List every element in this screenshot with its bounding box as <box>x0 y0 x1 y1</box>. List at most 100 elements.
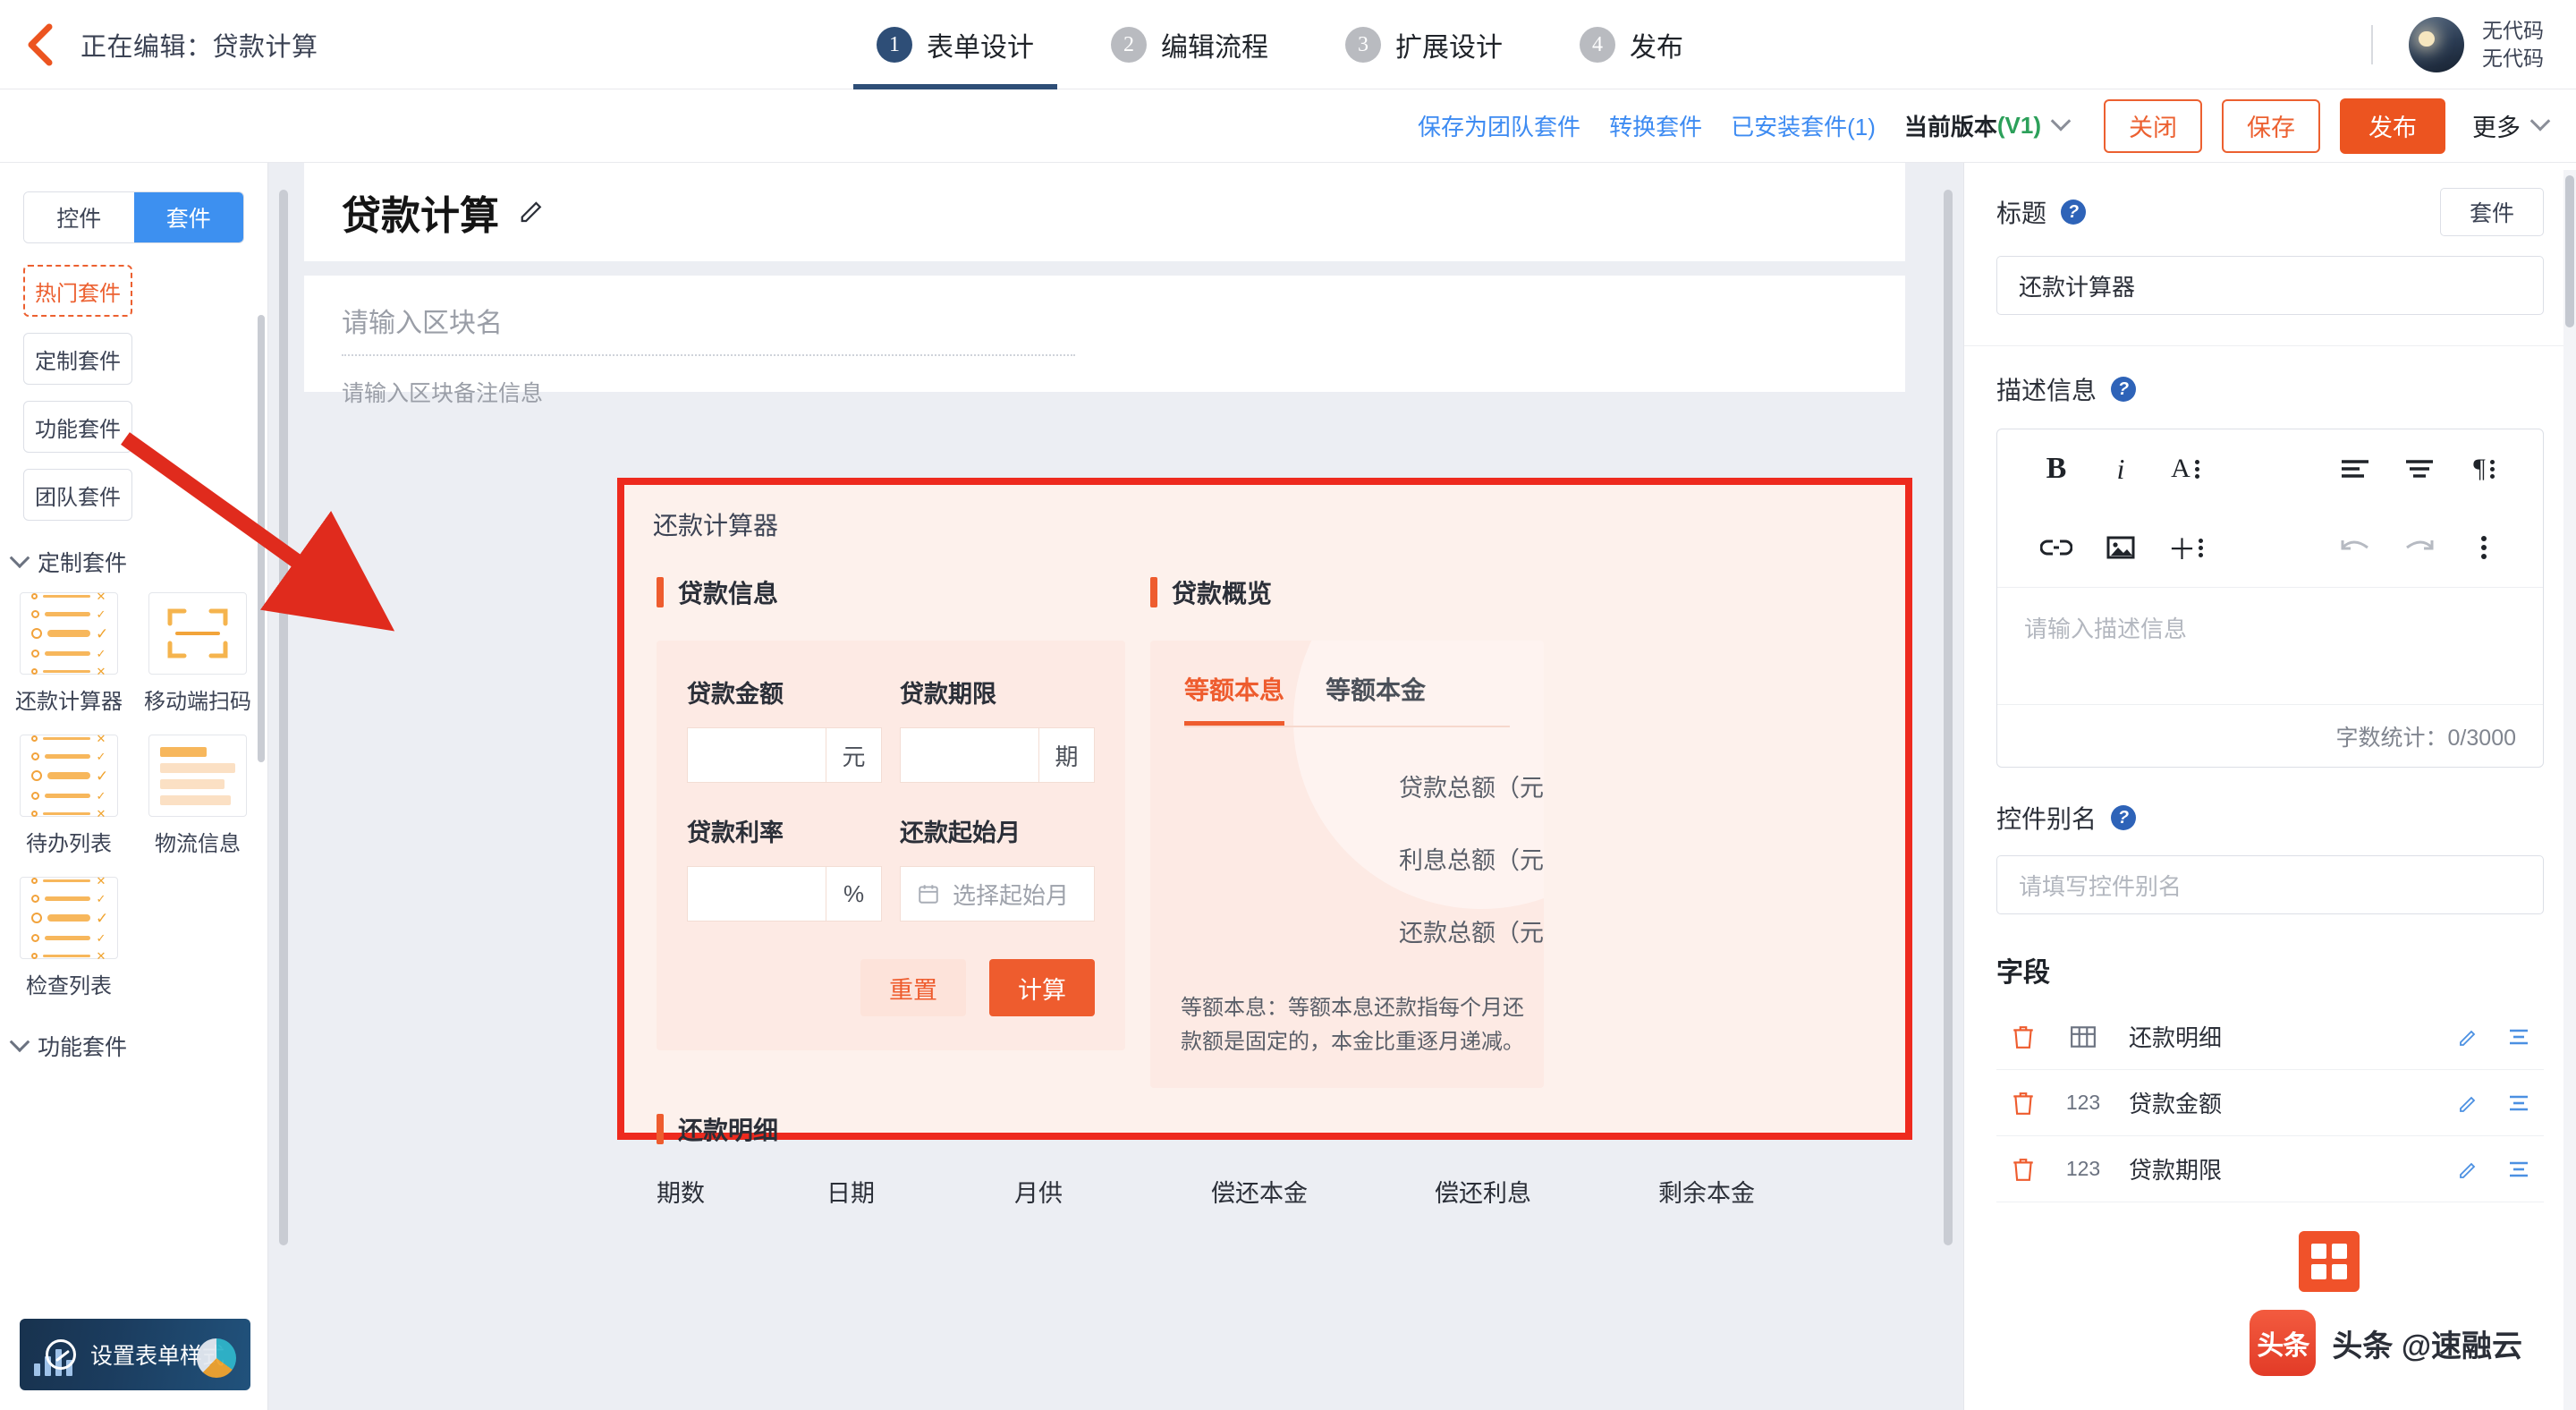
edit-icon[interactable] <box>2444 1092 2494 1114</box>
widget-title: 还款计算器 <box>653 506 1905 542</box>
kit-card-check-list[interactable]: ✕ ✓ ✓ ✓ ✕ 检查列表 <box>14 877 123 999</box>
word-count: 字数统计：0/3000 <box>1997 704 2543 767</box>
chip-hot-kits[interactable]: 热门套件 <box>23 265 132 317</box>
table-row[interactable]: 123 贷款期限 <box>1996 1136 2544 1202</box>
canvas-scrollbar-left[interactable] <box>279 190 288 1245</box>
start-month-input[interactable]: 选择起始月 <box>900 866 1095 922</box>
align-left-icon[interactable] <box>2323 444 2387 494</box>
loan-term-input[interactable]: 期 <box>900 727 1095 783</box>
kit-card-mobile-scan[interactable]: 移动端扫码 <box>143 592 252 715</box>
loan-term-text[interactable] <box>901 728 1038 782</box>
version-selector[interactable]: 当前版本(V1) <box>1904 109 2068 142</box>
step-edit-flow[interactable]: 2 编辑流程 <box>1111 0 1268 89</box>
redo-icon[interactable] <box>2387 522 2452 573</box>
more-menu[interactable]: 更多 <box>2472 108 2547 143</box>
loan-overview-panel: 等额本息 等额本金 贷款总额（元 利息总额（元 还款总额（元 等额本息：等额本息… <box>1150 641 1544 1088</box>
form-title-card: 贷款计算 <box>304 163 1905 261</box>
installed-kits-link[interactable]: 已安装套件(1) <box>1731 109 1876 142</box>
help-icon[interactable]: ? <box>2061 200 2086 225</box>
step-publish[interactable]: 4 发布 <box>1580 0 1683 89</box>
calculate-button[interactable]: 计算 <box>989 959 1095 1016</box>
table-row[interactable]: 还款明细 <box>1996 1004 2544 1070</box>
page-scrollbar-track[interactable] <box>2563 170 2576 1410</box>
save-button[interactable]: 保存 <box>2222 99 2320 153</box>
number-icon: 123 <box>2050 1091 2116 1115</box>
kit-card-logistics-info[interactable]: 物流信息 <box>143 735 252 857</box>
block-note-input[interactable]: 请输入区块备注信息 <box>342 376 1868 408</box>
insert-icon[interactable]: ＋ <box>2153 522 2217 573</box>
section-accent-bar <box>657 577 664 607</box>
image-icon[interactable] <box>2089 522 2153 573</box>
canvas-scrollbar-right[interactable] <box>1944 190 1953 1245</box>
segment-controls[interactable]: 控件 <box>24 192 134 242</box>
list-icon[interactable] <box>2494 1027 2544 1047</box>
version-label: 当前版本 <box>1904 109 1997 142</box>
block-name-input[interactable]: 请输入区块名 <box>342 301 1075 356</box>
right-properties-panel: 标题 ? 套件 还款计算器 描述信息 ? B i A <box>1963 163 2576 1410</box>
font-style-icon[interactable]: A <box>2153 444 2217 494</box>
paragraph-icon[interactable]: ¶ <box>2452 444 2516 494</box>
chip-team-kits[interactable]: 团队套件 <box>23 469 132 521</box>
repayment-calculator-widget[interactable]: 还款计算器 贷款信息 贷款金额 元 <box>617 478 1912 1140</box>
link-icon[interactable] <box>2024 522 2089 573</box>
more-vertical-icon[interactable] <box>2452 522 2516 573</box>
align-center-icon[interactable] <box>2387 444 2452 494</box>
app-root: 正在编辑：贷款计算 1 表单设计 2 编辑流程 3 扩展设计 4 发布 <box>0 0 2576 1410</box>
delete-icon[interactable] <box>1996 1091 2050 1116</box>
list-icon[interactable] <box>2494 1159 2544 1179</box>
more-label: 更多 <box>2472 108 2521 143</box>
undo-icon[interactable] <box>2323 522 2387 573</box>
step-extend-design[interactable]: 3 扩展设计 <box>1345 0 1503 89</box>
table-row[interactable]: 123 贷款金额 <box>1996 1070 2544 1136</box>
segment-kits[interactable]: 套件 <box>134 192 244 242</box>
alias-input[interactable]: 请填写控件别名 <box>1996 855 2544 914</box>
list-icon[interactable] <box>2494 1093 2544 1113</box>
delete-icon[interactable] <box>1996 1157 2050 1182</box>
loan-amount-input[interactable]: 元 <box>687 727 882 783</box>
loan-info-column: 贷款信息 贷款金额 元 贷款期限 <box>657 574 1125 1088</box>
checklist-icon: ✕ ✓ ✓ ✓ ✕ <box>20 592 118 675</box>
form-style-button[interactable]: 设置表单样式 <box>20 1319 250 1390</box>
user-line-1: 无代码 <box>2482 17 2544 45</box>
title-input[interactable]: 还款计算器 <box>1996 256 2544 315</box>
description-textarea[interactable]: 请输入描述信息 <box>1997 588 2543 704</box>
save-as-team-kit-link[interactable]: 保存为团队套件 <box>1418 109 1580 142</box>
block-card: 请输入区块名 请输入区块备注信息 <box>304 276 1905 392</box>
page-scrollbar-thumb[interactable] <box>2565 175 2574 327</box>
loan-amount-text[interactable] <box>688 728 826 782</box>
pencil-icon[interactable] <box>519 199 546 225</box>
edit-icon[interactable] <box>2444 1159 2494 1180</box>
kit-card-todo-list[interactable]: ✕ ✓ ✓ ✓ ✕ 待办列表 <box>14 735 123 857</box>
user-line-2: 无代码 <box>2482 45 2544 72</box>
edit-icon[interactable] <box>2444 1026 2494 1048</box>
italic-icon[interactable]: i <box>2089 444 2153 494</box>
help-icon[interactable]: ? <box>2111 377 2136 402</box>
convert-kit-link[interactable]: 转换套件 <box>1609 109 1702 142</box>
publish-button[interactable]: 发布 <box>2340 98 2445 154</box>
group-header-function-kits[interactable]: 功能套件 <box>13 1030 267 1062</box>
delete-icon[interactable] <box>1996 1024 2050 1049</box>
chip-function-kits[interactable]: 功能套件 <box>23 401 132 453</box>
loan-term-label: 贷款期限 <box>900 675 1095 709</box>
group-header-custom-kits[interactable]: 定制套件 <box>13 546 267 578</box>
tab-equal-principal[interactable]: 等额本金 <box>1326 671 1426 726</box>
tab-equal-installment[interactable]: 等额本息 <box>1184 671 1284 726</box>
step-form-design[interactable]: 1 表单设计 <box>877 0 1034 89</box>
chevron-down-icon <box>2530 111 2551 132</box>
chip-custom-kits[interactable]: 定制套件 <box>23 333 132 385</box>
sidebar-scrollbar[interactable] <box>258 315 265 762</box>
kit-type-chip[interactable]: 套件 <box>2440 188 2544 236</box>
help-icon[interactable]: ? <box>2111 805 2136 830</box>
grid-layout-icon[interactable] <box>2299 1231 2360 1292</box>
logistics-icon <box>148 735 247 817</box>
loan-info-header: 贷款信息 <box>657 574 1125 610</box>
back-button[interactable] <box>0 0 80 89</box>
bold-icon[interactable]: B <box>2024 444 2089 494</box>
loan-rate-text[interactable] <box>688 867 826 921</box>
avatar[interactable] <box>2409 17 2464 72</box>
kit-card-repayment-calculator[interactable]: ✕ ✓ ✓ ✓ ✕ 还款计算器 <box>14 592 123 715</box>
reset-button[interactable]: 重置 <box>860 959 966 1016</box>
section-accent-bar <box>1150 577 1157 607</box>
close-button[interactable]: 关闭 <box>2104 99 2202 153</box>
loan-rate-input[interactable]: % <box>687 866 882 922</box>
